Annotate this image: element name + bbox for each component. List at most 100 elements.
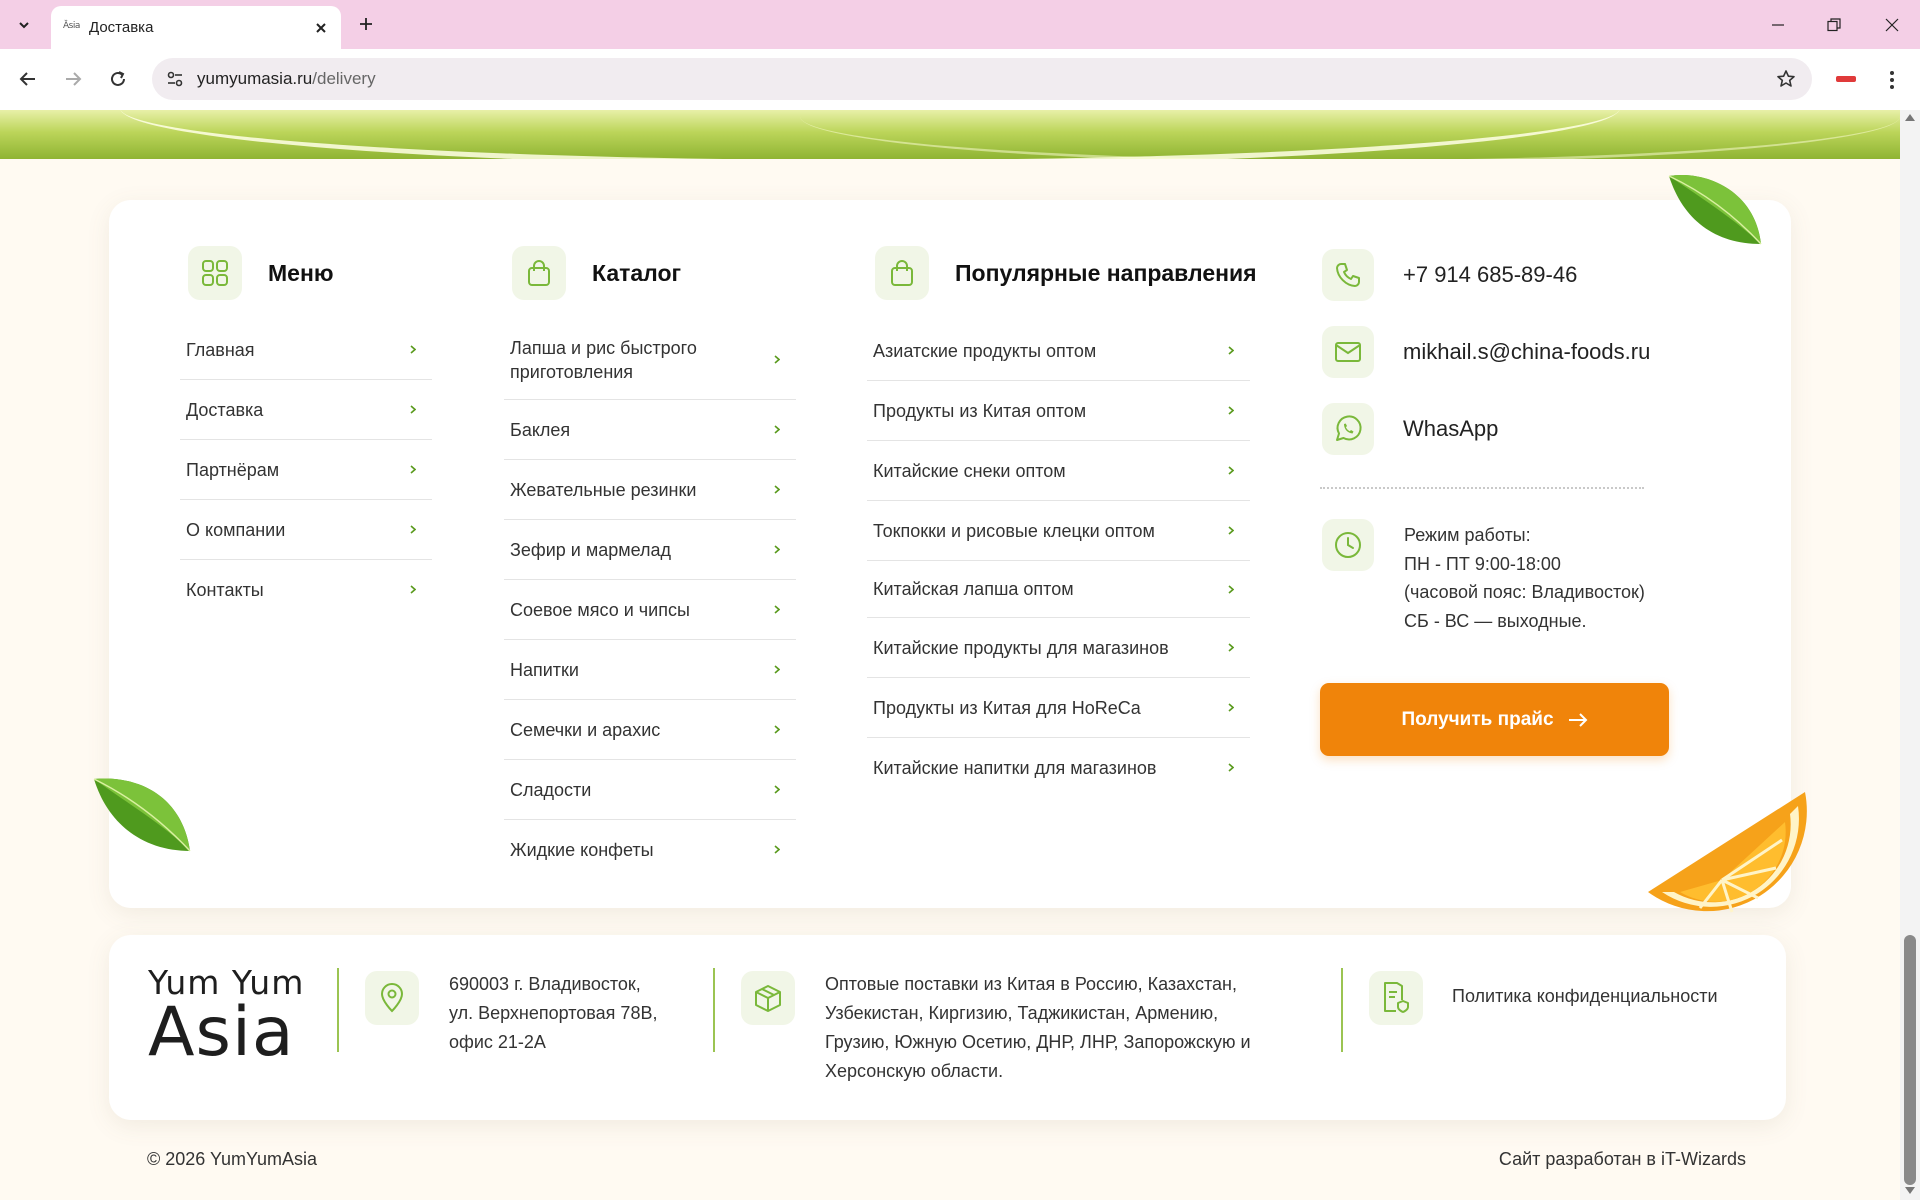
chevron-down-icon: [19, 22, 29, 29]
footer-divider: [1341, 968, 1343, 1052]
chevron-right-icon: [1226, 643, 1236, 653]
menu-heading: Меню: [188, 246, 334, 300]
chevron-right-icon: [1226, 466, 1236, 476]
catalog-item[interactable]: Зефир и мармелад: [504, 520, 796, 580]
chevron-right-icon: [772, 485, 782, 495]
catalog-item[interactable]: Сладости: [504, 760, 796, 820]
popular-item[interactable]: Продукты из Китая оптом: [867, 381, 1250, 441]
browser-menu-button[interactable]: [1880, 65, 1904, 95]
chevron-right-icon: [772, 355, 782, 365]
whatsapp-label[interactable]: WhasApp: [1403, 416, 1498, 442]
popular-item[interactable]: Токпокки и рисовые клецки оптом: [867, 501, 1250, 561]
reload-button[interactable]: [100, 61, 136, 97]
menu-item[interactable]: Контакты: [180, 560, 432, 619]
catalog-item[interactable]: Соевое мясо и чипсы: [504, 580, 796, 640]
popular-item[interactable]: Китайские снеки оптом: [867, 441, 1250, 501]
favicon-icon: Ȁsia: [63, 21, 80, 31]
menu-item[interactable]: Партнёрам: [180, 440, 432, 500]
site-settings-icon[interactable]: [162, 66, 188, 92]
supply-regions-text: Оптовые поставки из Китая в Россию, Каза…: [825, 974, 1251, 1081]
get-price-button[interactable]: Получить прайс: [1320, 683, 1669, 756]
whatsapp-link[interactable]: WhasApp: [1322, 403, 1498, 455]
chevron-right-icon: [1226, 346, 1236, 356]
close-icon: [316, 23, 326, 33]
close-icon: [1885, 18, 1899, 31]
menu-item[interactable]: О компании: [180, 500, 432, 560]
popular-item[interactable]: Китайская лапша оптом: [867, 561, 1250, 618]
arrow-right-icon: [1568, 712, 1588, 727]
leaf-image: [93, 778, 191, 852]
chevron-right-icon: [772, 425, 782, 435]
chevron-right-icon: [772, 725, 782, 735]
whatsapp-icon: [1322, 403, 1374, 455]
catalog-item[interactable]: Семечки и арахис: [504, 700, 796, 760]
footer-divider: [337, 968, 339, 1052]
chevron-right-icon: [408, 465, 418, 475]
scrollbar-thumb[interactable]: [1904, 935, 1916, 1185]
privacy-policy-link[interactable]: Политика конфиденциальности: [1452, 982, 1718, 1011]
popular-item[interactable]: Китайские напитки для магазинов: [867, 738, 1250, 797]
close-window-button[interactable]: [1864, 0, 1920, 49]
grid-icon: [188, 246, 242, 300]
bookmark-star-icon[interactable]: [1774, 67, 1798, 91]
phone-link[interactable]: +7 914 685-89-46: [1322, 249, 1577, 301]
chevron-right-icon: [1226, 763, 1236, 773]
address-bar[interactable]: yumyumasia.ru/delivery: [152, 58, 1812, 100]
restore-button[interactable]: [1806, 0, 1862, 49]
popular-title: Популярные направления: [955, 259, 1257, 286]
footer-divider: [713, 968, 715, 1052]
chevron-right-icon: [772, 845, 782, 855]
minimize-button[interactable]: [1750, 0, 1806, 49]
catalog-item[interactable]: Жидкие конфеты: [504, 820, 796, 879]
chevron-right-icon: [1226, 584, 1236, 594]
url-text: yumyumasia.ru/delivery: [197, 69, 376, 88]
page-scrollbar[interactable]: [1900, 110, 1920, 1200]
mail-icon: [1322, 326, 1374, 378]
popular-item[interactable]: Продукты из Китая для HoReCa: [867, 678, 1250, 738]
top-banner-image: [0, 110, 1900, 159]
chevron-right-icon: [1226, 703, 1236, 713]
email-link[interactable]: mikhail.s@china-foods.ru: [1322, 326, 1650, 378]
popular-item[interactable]: Китайские продукты для магазинов: [867, 618, 1250, 678]
email-address[interactable]: mikhail.s@china-foods.ru: [1403, 339, 1650, 365]
tab-search-button[interactable]: [8, 10, 40, 40]
new-tab-button[interactable]: [352, 10, 380, 38]
chevron-right-icon: [1226, 526, 1236, 536]
catalog-item[interactable]: Жевательные резинки: [504, 460, 796, 520]
yumyumasia-logo[interactable]: Yum Yum Asia: [148, 965, 304, 1067]
arrow-left-icon: [19, 72, 35, 86]
chevron-right-icon: [1226, 406, 1236, 416]
popular-item[interactable]: Азиатские продукты оптом: [867, 321, 1250, 381]
catalog-list: Лапша и рис быстрого приготовления Бакле…: [504, 320, 796, 879]
minimize-icon: [1772, 23, 1784, 26]
reload-icon: [111, 71, 125, 86]
more-vertical-icon: [1890, 71, 1894, 89]
back-button[interactable]: [10, 61, 46, 97]
forward-button[interactable]: [55, 61, 91, 97]
package-icon: [741, 971, 795, 1025]
browser-tab-strip: Ȁsia Доставка: [0, 0, 1920, 49]
browser-tab-active[interactable]: Ȁsia Доставка: [51, 6, 341, 49]
scroll-down-arrow-icon[interactable]: [1905, 1187, 1915, 1194]
developer-credits-link[interactable]: Сайт разработан в iT-Wizards: [1499, 1149, 1746, 1170]
catalog-item[interactable]: Лапша и рис быстрого приготовления: [504, 320, 796, 400]
catalog-item[interactable]: Напитки: [504, 640, 796, 700]
contact-divider: [1320, 487, 1644, 489]
chevron-right-icon: [772, 545, 782, 555]
scroll-up-arrow-icon[interactable]: [1905, 114, 1915, 121]
popular-list: Азиатские продукты оптом Продукты из Кит…: [867, 321, 1250, 797]
menu-item[interactable]: Главная: [180, 320, 432, 380]
menu-item[interactable]: Доставка: [180, 380, 432, 440]
document-shield-icon: [1369, 971, 1423, 1025]
leaf-image: [1668, 174, 1762, 245]
orange-slice-image: [1648, 792, 1807, 913]
extension-icon[interactable]: [1836, 76, 1856, 82]
chevron-right-icon: [772, 605, 782, 615]
catalog-item[interactable]: Баклея: [504, 400, 796, 460]
menu-title: Меню: [268, 259, 334, 286]
clock-icon: [1322, 519, 1374, 571]
phone-number[interactable]: +7 914 685-89-46: [1403, 262, 1577, 288]
tab-close-button[interactable]: [309, 16, 333, 40]
chevron-right-icon: [408, 585, 418, 595]
popular-heading: Популярные направления: [875, 246, 1257, 300]
